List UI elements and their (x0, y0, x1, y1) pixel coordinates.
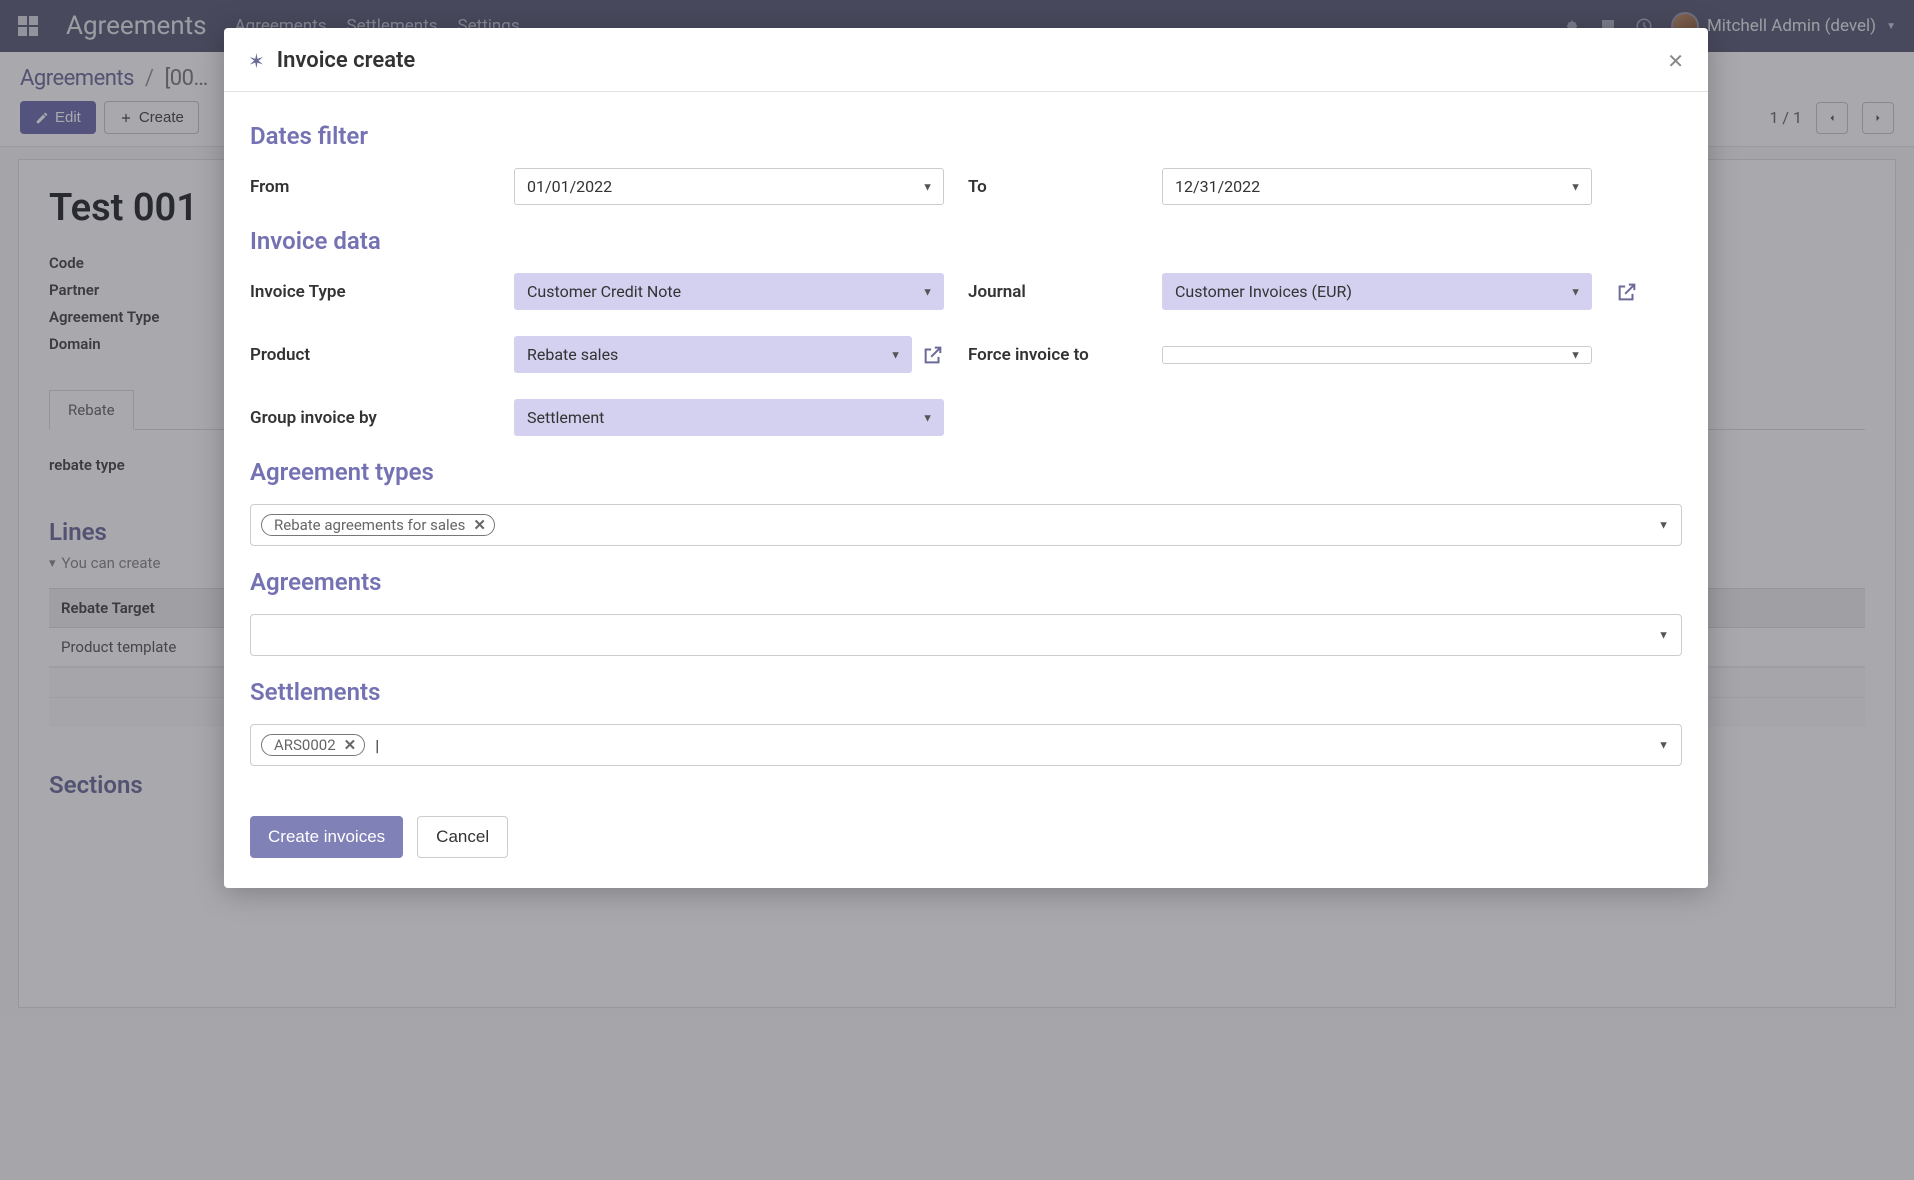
settlements-tag: ARS0002 ✕ (261, 734, 365, 756)
label-to: To (968, 177, 1138, 197)
modal-invoice-create: ✶ Invoice create ✕ Dates filter From 01/… (224, 28, 1708, 888)
agreement-types-select[interactable]: Rebate agreements for sales ✕ ▼ (250, 504, 1682, 546)
section-agreements: Agreements (250, 568, 1682, 596)
bug-icon[interactable]: ✶ (248, 49, 265, 73)
label-from: From (250, 177, 490, 197)
to-date-input[interactable]: 12/31/2022 ▼ (1162, 168, 1592, 205)
force-invoice-select[interactable]: ▼ (1162, 346, 1592, 364)
label-group-by: Group invoice by (250, 408, 490, 428)
chevron-down-icon: ▼ (1570, 285, 1581, 298)
journal-external-link-icon[interactable] (1616, 281, 1676, 303)
product-select[interactable]: Rebate sales ▼ (514, 336, 912, 373)
group-by-select[interactable]: Settlement ▼ (514, 399, 944, 436)
group-by-value: Settlement (527, 408, 604, 427)
chevron-down-icon: ▼ (1570, 348, 1581, 361)
chevron-down-icon: ▼ (890, 348, 901, 361)
close-icon[interactable]: ✕ (1667, 49, 1684, 73)
cancel-button[interactable]: Cancel (417, 816, 508, 858)
agreement-types-tag-label: Rebate agreements for sales (274, 516, 465, 534)
journal-select[interactable]: Customer Invoices (EUR) ▼ (1162, 273, 1592, 310)
section-agreement-types: Agreement types (250, 458, 1682, 486)
to-date-value: 12/31/2022 (1175, 177, 1260, 196)
invoice-type-select[interactable]: Customer Credit Note ▼ (514, 273, 944, 310)
label-journal: Journal (968, 282, 1138, 302)
settlements-tag-label: ARS0002 (274, 736, 336, 754)
label-force-invoice: Force invoice to (968, 345, 1138, 365)
product-value: Rebate sales (527, 345, 618, 364)
tag-remove-icon[interactable]: ✕ (473, 516, 486, 534)
chevron-down-icon: ▼ (1570, 180, 1581, 193)
label-product: Product (250, 345, 490, 365)
chevron-down-icon: ▼ (1658, 519, 1669, 532)
section-invoice-data: Invoice data (250, 227, 1682, 255)
section-settlements: Settlements (250, 678, 1682, 706)
product-external-link-icon[interactable] (922, 344, 944, 366)
section-dates-filter: Dates filter (250, 122, 1682, 150)
label-invoice-type: Invoice Type (250, 282, 490, 302)
chevron-down-icon: ▼ (1658, 739, 1669, 752)
journal-value: Customer Invoices (EUR) (1175, 282, 1352, 301)
settlements-select[interactable]: ARS0002 ✕ | ▼ (250, 724, 1682, 766)
modal-title: Invoice create (277, 48, 416, 73)
chevron-down-icon: ▼ (922, 411, 933, 424)
create-invoices-button[interactable]: Create invoices (250, 816, 403, 858)
chevron-down-icon: ▼ (922, 180, 933, 193)
agreement-types-tag: Rebate agreements for sales ✕ (261, 514, 495, 536)
chevron-down-icon: ▼ (922, 285, 933, 298)
tag-remove-icon[interactable]: ✕ (344, 736, 357, 754)
from-date-input[interactable]: 01/01/2022 ▼ (514, 168, 944, 205)
invoice-type-value: Customer Credit Note (527, 282, 681, 301)
agreements-select[interactable]: ▼ (250, 614, 1682, 656)
chevron-down-icon: ▼ (1658, 629, 1669, 642)
text-cursor: | (375, 736, 379, 755)
from-date-value: 01/01/2022 (527, 177, 612, 196)
